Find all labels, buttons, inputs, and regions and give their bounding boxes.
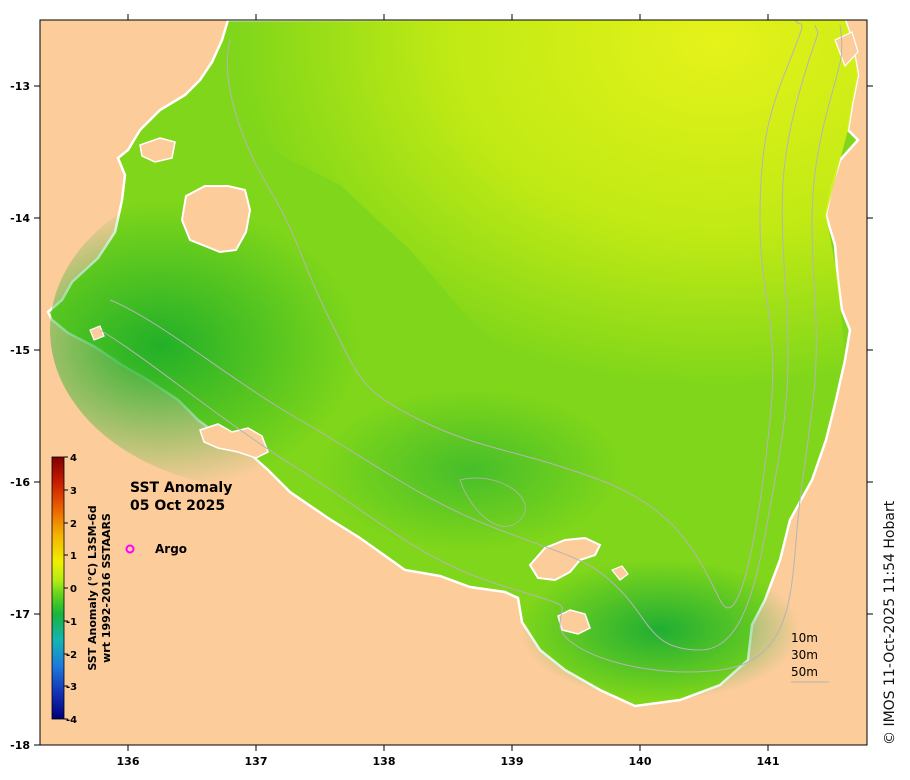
y-tick-label: -18 bbox=[10, 739, 30, 752]
x-tick-label: 138 bbox=[373, 755, 396, 768]
colorbar-tick-label: -3 bbox=[66, 682, 77, 693]
colorbar-label: wrt 1992-2016 SSTAARS bbox=[100, 513, 113, 663]
x-tick-label: 136 bbox=[117, 755, 140, 768]
colorbar-tick-label: 1 bbox=[70, 551, 77, 562]
x-tick-label: 141 bbox=[757, 755, 780, 768]
colorbar-tick-label: -4 bbox=[66, 715, 77, 726]
cool-anomaly-central bbox=[320, 390, 620, 550]
y-tick-label: -16 bbox=[10, 476, 30, 489]
colorbar-tick-label: -2 bbox=[66, 650, 77, 661]
colorbar-tick-label: 4 bbox=[70, 453, 77, 464]
colorbar-tick-label: 2 bbox=[70, 519, 77, 530]
argo-legend-label: Argo bbox=[155, 542, 187, 556]
colorbar bbox=[51, 456, 65, 720]
x-tick-label: 139 bbox=[501, 755, 524, 768]
colorbar-tick-label: 3 bbox=[70, 486, 77, 497]
y-tick-label: -17 bbox=[10, 608, 30, 621]
credit-text: © IMOS 11-Oct-2025 11:54 Hobart bbox=[882, 500, 898, 745]
map-date: 05 Oct 2025 bbox=[130, 498, 225, 514]
map-title: SST Anomaly bbox=[130, 480, 232, 496]
depth-legend-10m: 10m bbox=[791, 631, 818, 645]
colorbar-label: SST Anomaly (°C) L3SM-6d bbox=[86, 505, 99, 670]
depth-legend-30m: 30m bbox=[791, 648, 818, 662]
colorbar-tick-label: 0 bbox=[70, 584, 77, 595]
depth-legend-50m: 50m bbox=[791, 665, 818, 679]
small-island-south bbox=[557, 609, 591, 635]
y-tick-label: -14 bbox=[10, 212, 30, 225]
x-tick-label: 137 bbox=[245, 755, 268, 768]
y-tick-label: -15 bbox=[10, 344, 30, 357]
colorbar-tick-label: -1 bbox=[66, 617, 77, 628]
sst-anomaly-map: 136 137 138 139 140 141 -13 -14 -15 -16 … bbox=[10, 14, 873, 768]
y-tick-label: -13 bbox=[10, 80, 30, 93]
x-tick-label: 140 bbox=[629, 755, 652, 768]
